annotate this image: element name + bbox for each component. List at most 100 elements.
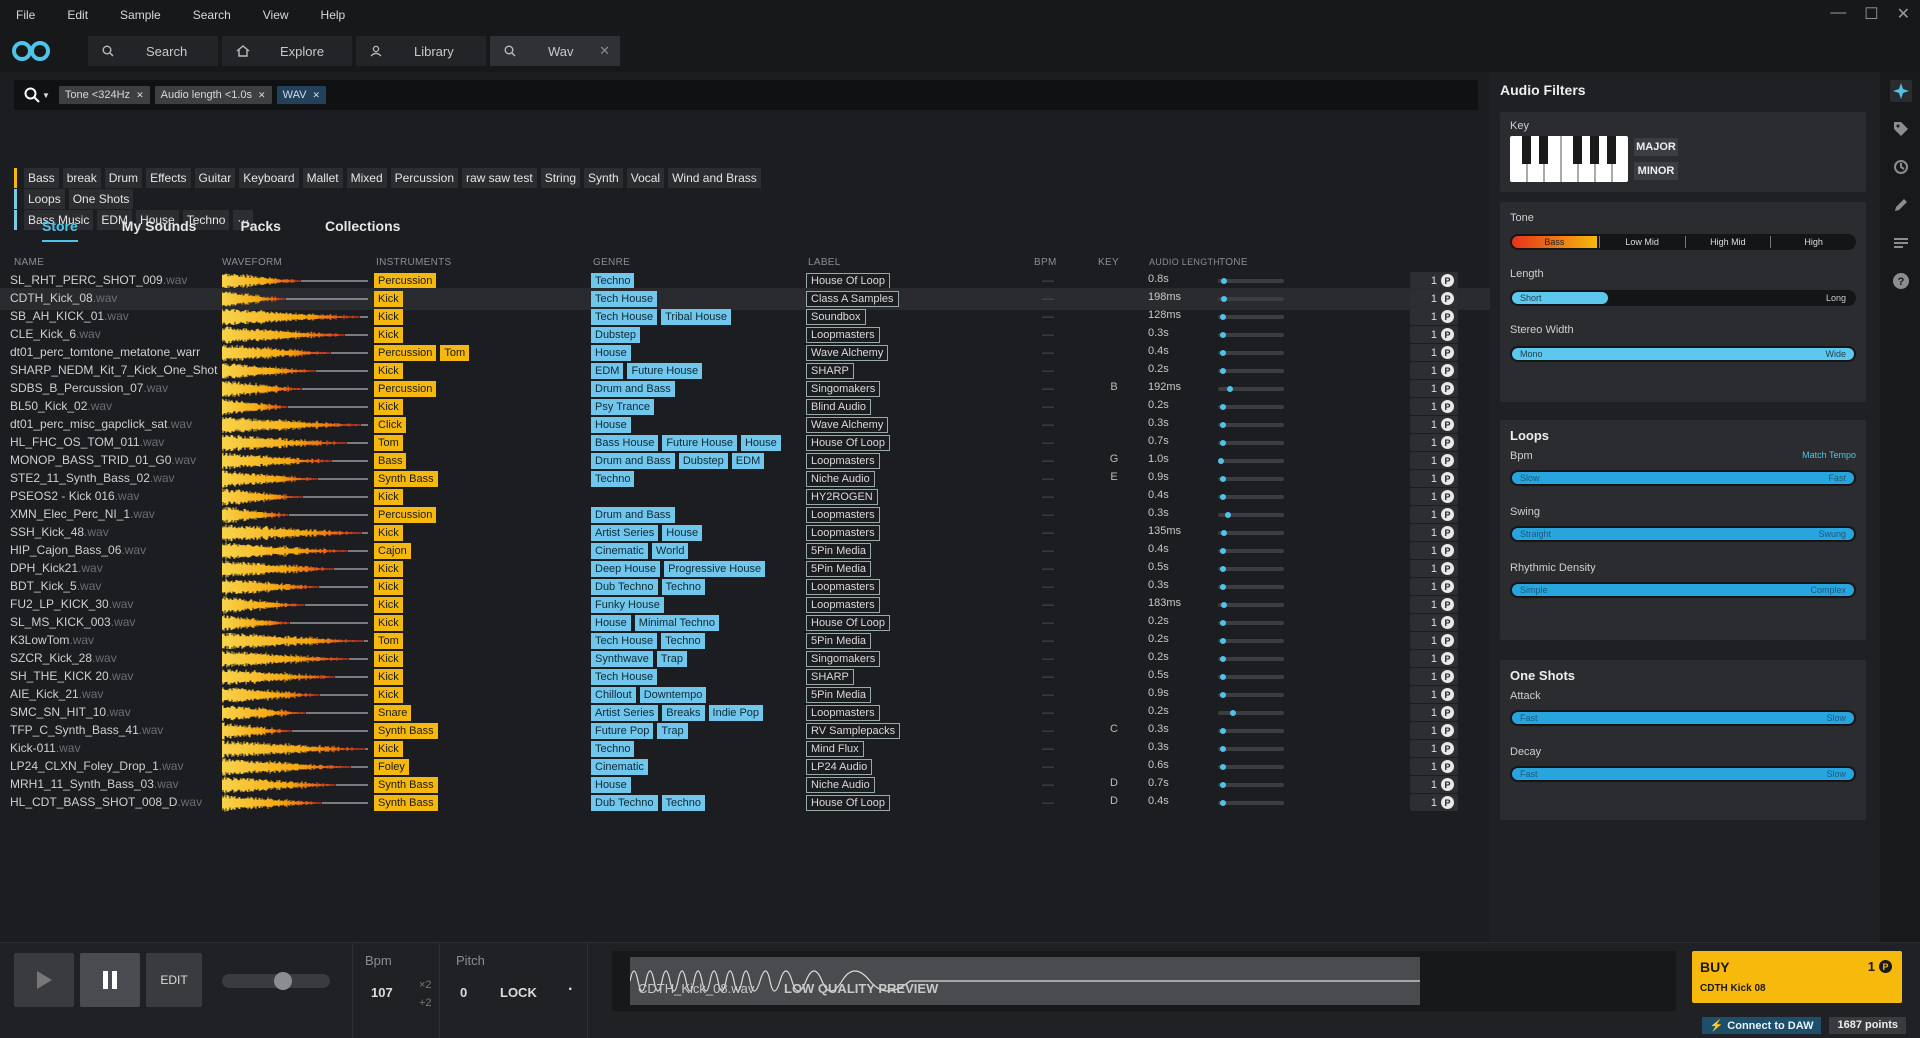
remove-filter-icon[interactable]: ✕ [258,90,266,101]
price-button[interactable]: 1P [1410,524,1458,541]
genre-pill[interactable]: House [591,777,631,793]
instrument-pill[interactable]: Percussion [374,507,437,523]
swing-slider[interactable]: Straight Swung [1510,526,1856,542]
genre-pill[interactable]: Cinematic [591,543,648,559]
genre-pill[interactable]: Synthwave [591,651,653,667]
label-pill[interactable]: Loopmasters [806,327,880,343]
tag-keyboard[interactable]: Keyboard [239,168,299,188]
genre-pill[interactable]: Artist Series [591,525,659,541]
sample-name[interactable]: STE2_11_Synth_Bass_02.wav [10,471,218,485]
instrument-pill[interactable]: Kick [374,615,403,631]
bpm-plus-button[interactable]: +2 [419,997,432,1009]
filter-chip[interactable]: Audio length <1.0s ✕ [154,86,272,104]
minor-button[interactable]: MINOR [1634,162,1678,180]
price-button[interactable]: 1P [1410,290,1458,307]
genre-pill[interactable]: House [662,525,703,541]
price-button[interactable]: 1P [1410,614,1458,631]
price-button[interactable]: 1P [1410,434,1458,451]
genre-pill[interactable]: House [740,435,781,451]
label-pill[interactable]: Blind Audio [806,399,872,415]
tag-one-shots[interactable]: One Shots [68,189,134,209]
menu-view[interactable]: View [247,8,305,22]
tab-library[interactable]: Library [356,36,486,66]
sparkle-icon[interactable] [1890,80,1912,102]
edit-button[interactable]: EDIT [146,953,202,1007]
genre-pill[interactable]: Artist Series [591,705,659,721]
label-pill[interactable]: Class A Samples [806,291,899,307]
instrument-pill[interactable]: Kick [374,561,403,577]
remove-filter-icon[interactable]: ✕ [312,90,320,101]
remove-filter-icon[interactable]: ✕ [136,90,144,101]
price-button[interactable]: 1P [1410,578,1458,595]
genre-pill[interactable]: World [651,543,689,559]
price-button[interactable]: 1P [1410,470,1458,487]
tab-explore[interactable]: Explore [222,36,352,66]
tag-effects[interactable]: Effects [146,168,191,188]
genre-pill[interactable]: Techno [591,273,635,289]
label-pill[interactable]: Mind Flux [806,741,864,757]
price-button[interactable]: 1P [1410,668,1458,685]
label-pill[interactable]: 5Pin Media [806,543,872,559]
help-icon[interactable]: ? [1890,270,1912,292]
label-pill[interactable]: Loopmasters [806,597,880,613]
volume-slider[interactable] [222,972,330,990]
sample-name[interactable]: SH_THE_KICK 20.wav [10,669,218,683]
tag-vocal[interactable]: Vocal [626,168,665,188]
price-button[interactable]: 1P [1410,362,1458,379]
tag-drum[interactable]: Drum [104,168,143,188]
menu-file[interactable]: File [0,8,51,22]
sample-name[interactable]: LP24_CLXN_Foley_Drop_1.wav [10,759,218,773]
search-icon[interactable] [24,87,40,103]
price-button[interactable]: 1P [1410,632,1458,649]
instrument-pill[interactable]: Synth Bass [374,777,438,793]
tag-mallet[interactable]: Mallet [302,168,343,188]
price-button[interactable]: 1P [1410,398,1458,415]
price-button[interactable]: 1P [1410,542,1458,559]
sample-name[interactable]: FU2_LP_KICK_30.wav [10,597,218,611]
instrument-pill[interactable]: Kick [374,309,403,325]
col-name[interactable]: NAME [14,257,44,268]
label-pill[interactable]: House Of Loop [806,273,890,289]
close-icon[interactable]: ✕ [1897,4,1910,24]
sample-name[interactable]: DPH_Kick21.wav [10,561,218,575]
price-button[interactable]: 1P [1410,272,1458,289]
menu-help[interactable]: Help [305,8,362,22]
genre-pill[interactable]: Psy Trance [591,399,655,415]
price-button[interactable]: 1P [1410,488,1458,505]
genre-pill[interactable]: Deep House [591,561,661,577]
instrument-pill[interactable]: Kick [374,651,403,667]
price-button[interactable]: 1P [1410,650,1458,667]
genre-pill[interactable]: Techno [661,579,705,595]
label-pill[interactable]: Loopmasters [806,453,880,469]
instrument-pill[interactable]: Kick [374,489,403,505]
label-pill[interactable]: Loopmasters [806,705,880,721]
tag-icon[interactable] [1890,118,1912,140]
waveform-thumbnail[interactable] [222,793,370,813]
bpm-double-button[interactable]: ×2 [419,979,432,991]
genre-pill[interactable]: Dub Techno [591,579,658,595]
col-label[interactable]: LABEL [808,257,841,268]
genre-pill[interactable]: EDM [591,363,624,379]
price-button[interactable]: 1P [1410,740,1458,757]
label-pill[interactable]: House Of Loop [806,615,890,631]
volume-knob[interactable] [274,972,293,990]
menu-sample[interactable]: Sample [104,8,177,22]
tab-search[interactable]: Search [88,36,218,66]
genre-pill[interactable]: Breaks [662,705,705,721]
genre-pill[interactable]: Drum and Bass [591,381,675,397]
genre-pill[interactable]: Techno [591,741,635,757]
label-pill[interactable]: 5Pin Media [806,561,872,577]
instrument-pill[interactable]: Cajon [374,543,411,559]
subtab-store[interactable]: Store [42,218,78,242]
col-instruments[interactable]: INSTRUMENTS [376,257,452,268]
price-button[interactable]: 1P [1410,326,1458,343]
genre-pill[interactable]: Minimal Techno [634,615,720,631]
genre-pill[interactable]: Bass House [591,435,659,451]
genre-pill[interactable]: Downtempo [639,687,707,703]
genre-pill[interactable]: Dubstep [678,453,728,469]
genre-pill[interactable]: Tech House [591,309,658,325]
genre-pill[interactable]: EDM [731,453,765,469]
sample-name[interactable]: K3LowTom.wav [10,633,218,647]
genre-pill[interactable]: Trap [656,651,688,667]
label-pill[interactable]: House Of Loop [806,795,890,811]
